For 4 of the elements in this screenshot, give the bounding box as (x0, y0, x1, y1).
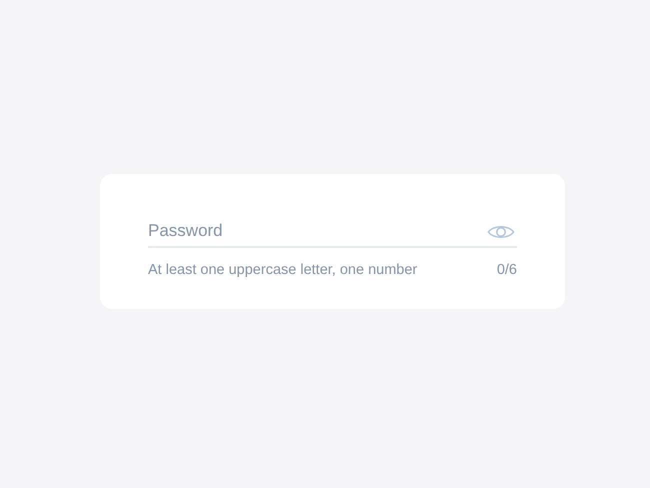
password-field[interactable]: Password (148, 216, 517, 248)
eye-icon[interactable] (487, 223, 515, 241)
hint-text: At least one uppercase letter, one number (148, 261, 418, 280)
character-counter: 0/6 (496, 261, 517, 280)
